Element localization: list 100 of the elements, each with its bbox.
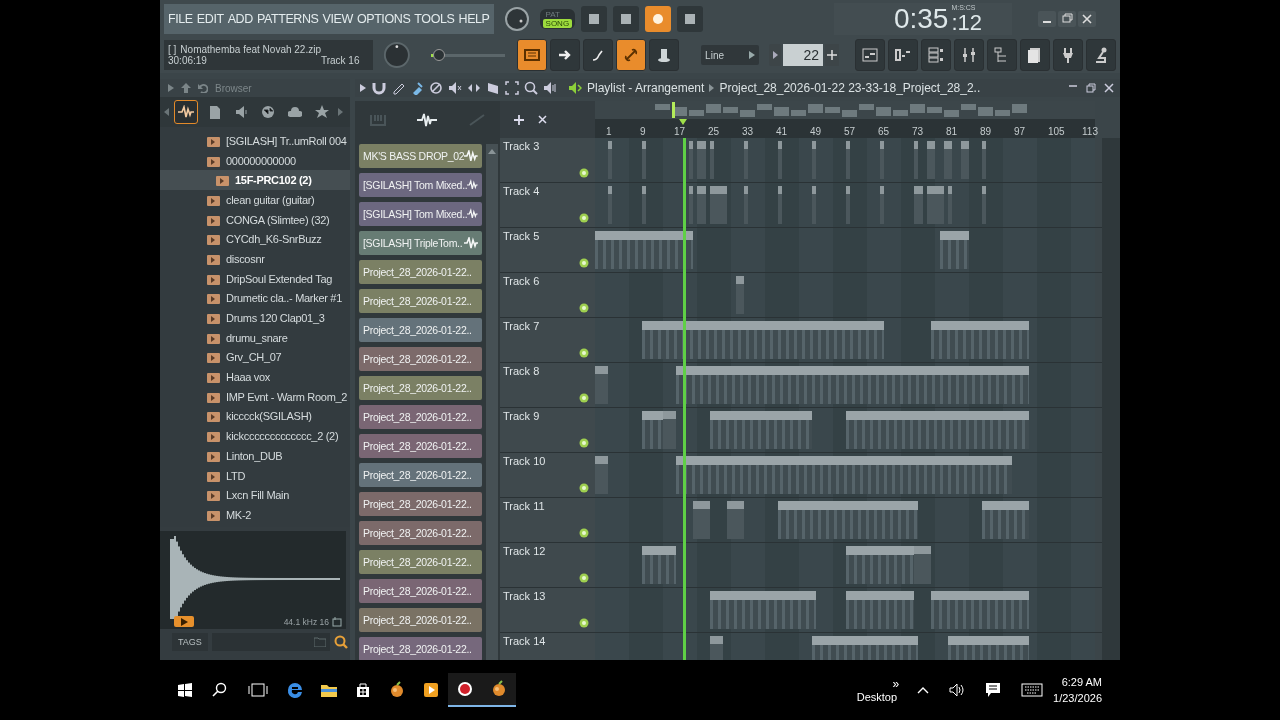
browser-item[interactable]: discosnr	[160, 249, 350, 269]
plus-icon[interactable]	[514, 114, 524, 125]
pattern-clip[interactable]	[710, 141, 715, 179]
browser-item[interactable]: clean guitar (guitar)	[160, 190, 350, 210]
pencil-icon[interactable]	[391, 81, 405, 95]
mode-toggle[interactable]: SONG	[542, 18, 573, 28]
track-header[interactable]: Track 7	[500, 318, 595, 362]
pattern-clip[interactable]	[982, 186, 987, 224]
browser-item[interactable]: Grv_CH_07	[160, 347, 350, 368]
pattern-clip[interactable]	[710, 186, 727, 224]
pattern-clip[interactable]	[693, 501, 710, 539]
menu-item[interactable]: VIEW	[322, 11, 353, 26]
browser-item[interactable]: Drumetic cla..- Marker #1	[160, 288, 350, 309]
zoom-icon[interactable]	[524, 81, 538, 95]
clip-source-item[interactable]: Project_28_2026-01-22..	[359, 492, 482, 516]
track-header[interactable]: Track 4	[500, 183, 595, 227]
transport-button[interactable]	[677, 5, 704, 32]
pattern-clip[interactable]	[608, 186, 613, 224]
toolbar-button[interactable]	[583, 39, 614, 71]
play-icon[interactable]	[359, 84, 367, 92]
window-button[interactable]	[954, 39, 984, 71]
pattern-clip[interactable]	[914, 186, 923, 224]
pattern-clip[interactable]	[595, 231, 693, 269]
select-icon[interactable]	[505, 81, 519, 95]
pattern-clip[interactable]	[642, 411, 664, 449]
browser-tab[interactable]	[174, 100, 198, 124]
snap-dropdown[interactable]: Line	[701, 45, 759, 65]
transport-button[interactable]	[645, 5, 672, 32]
menu-item[interactable]: OPTIONS	[356, 11, 411, 26]
clip-source-item[interactable]: Project_28_2026-01-22..	[359, 463, 482, 487]
pattern-clip[interactable]	[880, 141, 885, 179]
magnet-icon[interactable]	[372, 81, 386, 95]
clip-source-item[interactable]: Project_28_2026-01-22..	[359, 347, 482, 371]
toolbar-button[interactable]	[550, 39, 581, 71]
clip-source-item[interactable]: Project_28_2026-01-22..	[359, 405, 482, 429]
track-header[interactable]: Track 13	[500, 588, 595, 632]
clip-source-item[interactable]: [SGILASH] Tom Mixed..	[359, 202, 482, 226]
pattern-clip[interactable]	[642, 186, 647, 224]
close-icon[interactable]	[538, 115, 547, 124]
pattern-clip[interactable]	[608, 141, 613, 179]
browser-item[interactable]: 000000000000	[160, 150, 350, 171]
pattern-clip[interactable]	[735, 276, 744, 314]
desktop-toolbar[interactable]: Desktop	[856, 691, 898, 703]
clip-source-item[interactable]: Project_28_2026-01-22..	[359, 521, 482, 545]
pattern-clip[interactable]	[914, 141, 919, 179]
pattern-clip[interactable]	[642, 141, 647, 179]
menu-item[interactable]: ADD	[227, 11, 253, 26]
window-button[interactable]	[1053, 39, 1083, 71]
delete-icon[interactable]	[429, 81, 443, 95]
transport-button[interactable]	[613, 5, 640, 32]
back-icon[interactable]	[198, 83, 208, 93]
pattern-clip[interactable]	[982, 141, 987, 179]
pattern-clip[interactable]	[688, 186, 693, 224]
menu-item[interactable]: FILE	[168, 11, 193, 26]
clip-source-item[interactable]: [SGILASH] TripleTom..	[359, 231, 482, 255]
track-header[interactable]: Track 11	[500, 498, 595, 542]
menu-item[interactable]: TOOLS	[414, 11, 455, 26]
right-arrow-icon[interactable]	[338, 108, 343, 116]
pattern-clip[interactable]	[778, 141, 783, 179]
pattern-clip[interactable]	[812, 186, 817, 224]
knob-icon[interactable]	[503, 5, 530, 32]
clip-source-item[interactable]: Project_28_2026-01-22..	[359, 318, 482, 342]
track-header[interactable]: Track 12	[500, 543, 595, 587]
mute-dot-icon[interactable]	[579, 168, 589, 178]
browser-item[interactable]: Linton_DUB	[160, 446, 350, 466]
close-icon[interactable]	[1104, 83, 1114, 93]
pattern-clip[interactable]	[744, 186, 749, 224]
toolbar-button[interactable]	[616, 39, 647, 71]
pattern-clip[interactable]	[931, 591, 1029, 629]
pattern-clip[interactable]	[812, 141, 817, 179]
pattern-clip[interactable]	[846, 186, 851, 224]
pattern-clip[interactable]	[939, 231, 970, 269]
clip-source-item[interactable]: Project_28_2026-01-22..	[359, 608, 482, 632]
browser-item[interactable]: Drums 120 Clap01_3	[160, 308, 350, 328]
clip-source-item[interactable]: [SGILASH] Tom Mixed..	[359, 173, 482, 197]
minimize-icon[interactable]	[1038, 10, 1056, 27]
expand-arrow-icon[interactable]	[168, 84, 174, 92]
browser-item[interactable]: LTD	[160, 465, 350, 486]
pattern-clip[interactable]	[697, 141, 706, 179]
clip-source-item[interactable]: Project_28_2026-01-22..	[359, 434, 482, 458]
speaker-icon[interactable]	[543, 81, 557, 95]
toolbar-button[interactable]	[517, 39, 548, 71]
keyboard-icon[interactable]	[1021, 683, 1044, 697]
clock-time[interactable]: 6:29 AM	[1061, 676, 1102, 688]
clip-source-item[interactable]: Project_28_2026-01-22..	[359, 550, 482, 574]
pattern-clip[interactable]	[710, 411, 812, 449]
pattern-number-field[interactable]: 22	[783, 44, 823, 66]
mute-dot-icon[interactable]	[579, 303, 589, 313]
track-header[interactable]: Track 5	[500, 228, 595, 272]
up-arrow-icon[interactable]	[181, 83, 191, 93]
clip-source-item[interactable]: Project_28_2026-01-22..	[359, 260, 482, 284]
browser-item[interactable]: DripSoul Extended Tag	[160, 268, 350, 289]
pattern-clip[interactable]	[688, 141, 693, 179]
clip-source-item[interactable]: Project_28_2026-01-22..	[359, 579, 482, 603]
restore-icon[interactable]	[1086, 83, 1096, 93]
mute-dot-icon[interactable]	[579, 348, 589, 358]
pattern-clip[interactable]	[982, 501, 1029, 539]
clock-date[interactable]: 1/23/2026	[1053, 692, 1102, 704]
browser-item[interactable]: kicccck(SGILASH)	[160, 406, 350, 427]
pattern-clip[interactable]	[727, 501, 744, 539]
